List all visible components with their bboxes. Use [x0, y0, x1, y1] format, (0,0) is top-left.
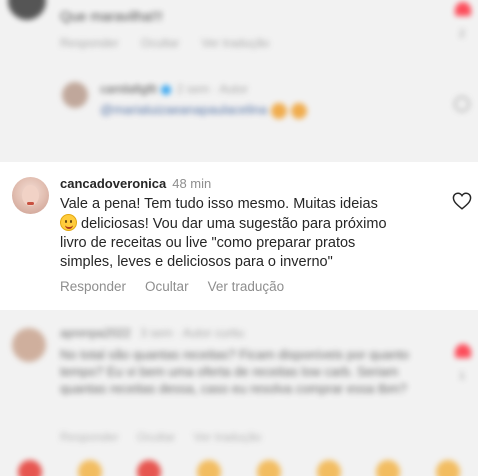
- emoji-icon[interactable]: [316, 460, 341, 476]
- reply-button[interactable]: Responder: [60, 36, 119, 50]
- emoji-reaction-bar: [0, 460, 478, 476]
- comment-actions: Responder Ocultar Ver tradução: [60, 279, 284, 294]
- avatar[interactable]: [12, 328, 46, 362]
- comment-text: No total são quantas receitas? Ficam dis…: [60, 347, 410, 396]
- heart-icon[interactable]: [455, 344, 471, 358]
- mention-link[interactable]: @marialuizaeanapaulacelina: [100, 102, 267, 117]
- comment-header: cancadoveronica 48 min: [60, 176, 211, 191]
- verified-icon: [160, 84, 171, 95]
- comment-actions: Responder Ocultar Ver tradução: [60, 430, 261, 444]
- avatar[interactable]: [62, 82, 88, 108]
- hide-button[interactable]: Ocultar: [141, 36, 180, 50]
- heart-icon[interactable]: [452, 192, 472, 210]
- next-comment: aprenpa2022 3 sem · Autor curtiu No tota…: [0, 312, 478, 476]
- emoji-icon: [291, 102, 308, 119]
- reply-username[interactable]: camilafigfit: [100, 82, 157, 96]
- emoji-icon[interactable]: [436, 460, 461, 476]
- avatar-lips: [27, 202, 34, 205]
- fire-emoji-icon[interactable]: [137, 460, 162, 476]
- comment-text-line: simples, leves e deliciosos para o inver…: [60, 254, 333, 270]
- emoji-icon[interactable]: [77, 460, 102, 476]
- comment-text-line: Vale a pena! Tem tudo isso mesmo. Muitas…: [60, 196, 378, 212]
- comment-header: aprenpa2022 3 sem · Autor curtiu: [60, 326, 244, 340]
- heart-icon[interactable]: [454, 96, 470, 112]
- comment-text-line: deliciosas! Vou dar uma sugestão para pr…: [77, 216, 387, 232]
- hide-button[interactable]: Ocultar: [137, 430, 176, 444]
- translate-button[interactable]: Ver tradução: [201, 36, 269, 50]
- reply-meta: 2 sem · Autor: [176, 82, 249, 96]
- translate-button[interactable]: Ver tradução: [193, 430, 261, 444]
- username[interactable]: cancadoveronica: [60, 176, 166, 191]
- emoji-icon[interactable]: [256, 460, 281, 476]
- translate-button[interactable]: Ver tradução: [208, 279, 285, 294]
- reply-text: @marialuizaeanapaulacelina: [100, 102, 308, 119]
- heart-emoji-icon[interactable]: [17, 460, 42, 476]
- comment-text: Vale a pena! Tem tudo isso mesmo. Muitas…: [60, 195, 430, 272]
- emoji-icon: [271, 102, 288, 119]
- previous-comment: Que maravilha!!! Responder Ocultar Ver t…: [0, 0, 478, 160]
- reply-username-line: camilafigfit 2 sem · Autor: [100, 82, 248, 96]
- avatar[interactable]: [8, 0, 46, 20]
- reply-button[interactable]: Responder: [60, 279, 126, 294]
- comment-text-line: livro de receitas ou live "como preparar…: [60, 235, 356, 251]
- emoji-icon[interactable]: [197, 460, 222, 476]
- avatar[interactable]: [12, 177, 49, 214]
- reply-thread: camilafigfit 2 sem · Autor @marialuizaean…: [60, 78, 478, 138]
- comment-text: Que maravilha!!!: [60, 8, 163, 24]
- emoji-icon[interactable]: [376, 460, 401, 476]
- hide-button[interactable]: Ocultar: [145, 279, 189, 294]
- comment-meta: 3 sem · Autor curtiu: [140, 326, 245, 340]
- timestamp: 48 min: [172, 176, 212, 191]
- heart-icon[interactable]: [455, 2, 471, 16]
- comment-actions: Responder Ocultar Ver tradução: [60, 36, 269, 50]
- like-count: 2: [459, 28, 466, 40]
- reply-button[interactable]: Responder: [60, 430, 119, 444]
- username[interactable]: aprenpa2022: [60, 326, 131, 340]
- like-count: 1: [459, 370, 466, 382]
- smile-emoji-icon: [60, 214, 77, 231]
- comment-item: cancadoveronica 48 min Vale a pena! Tem t…: [0, 162, 478, 310]
